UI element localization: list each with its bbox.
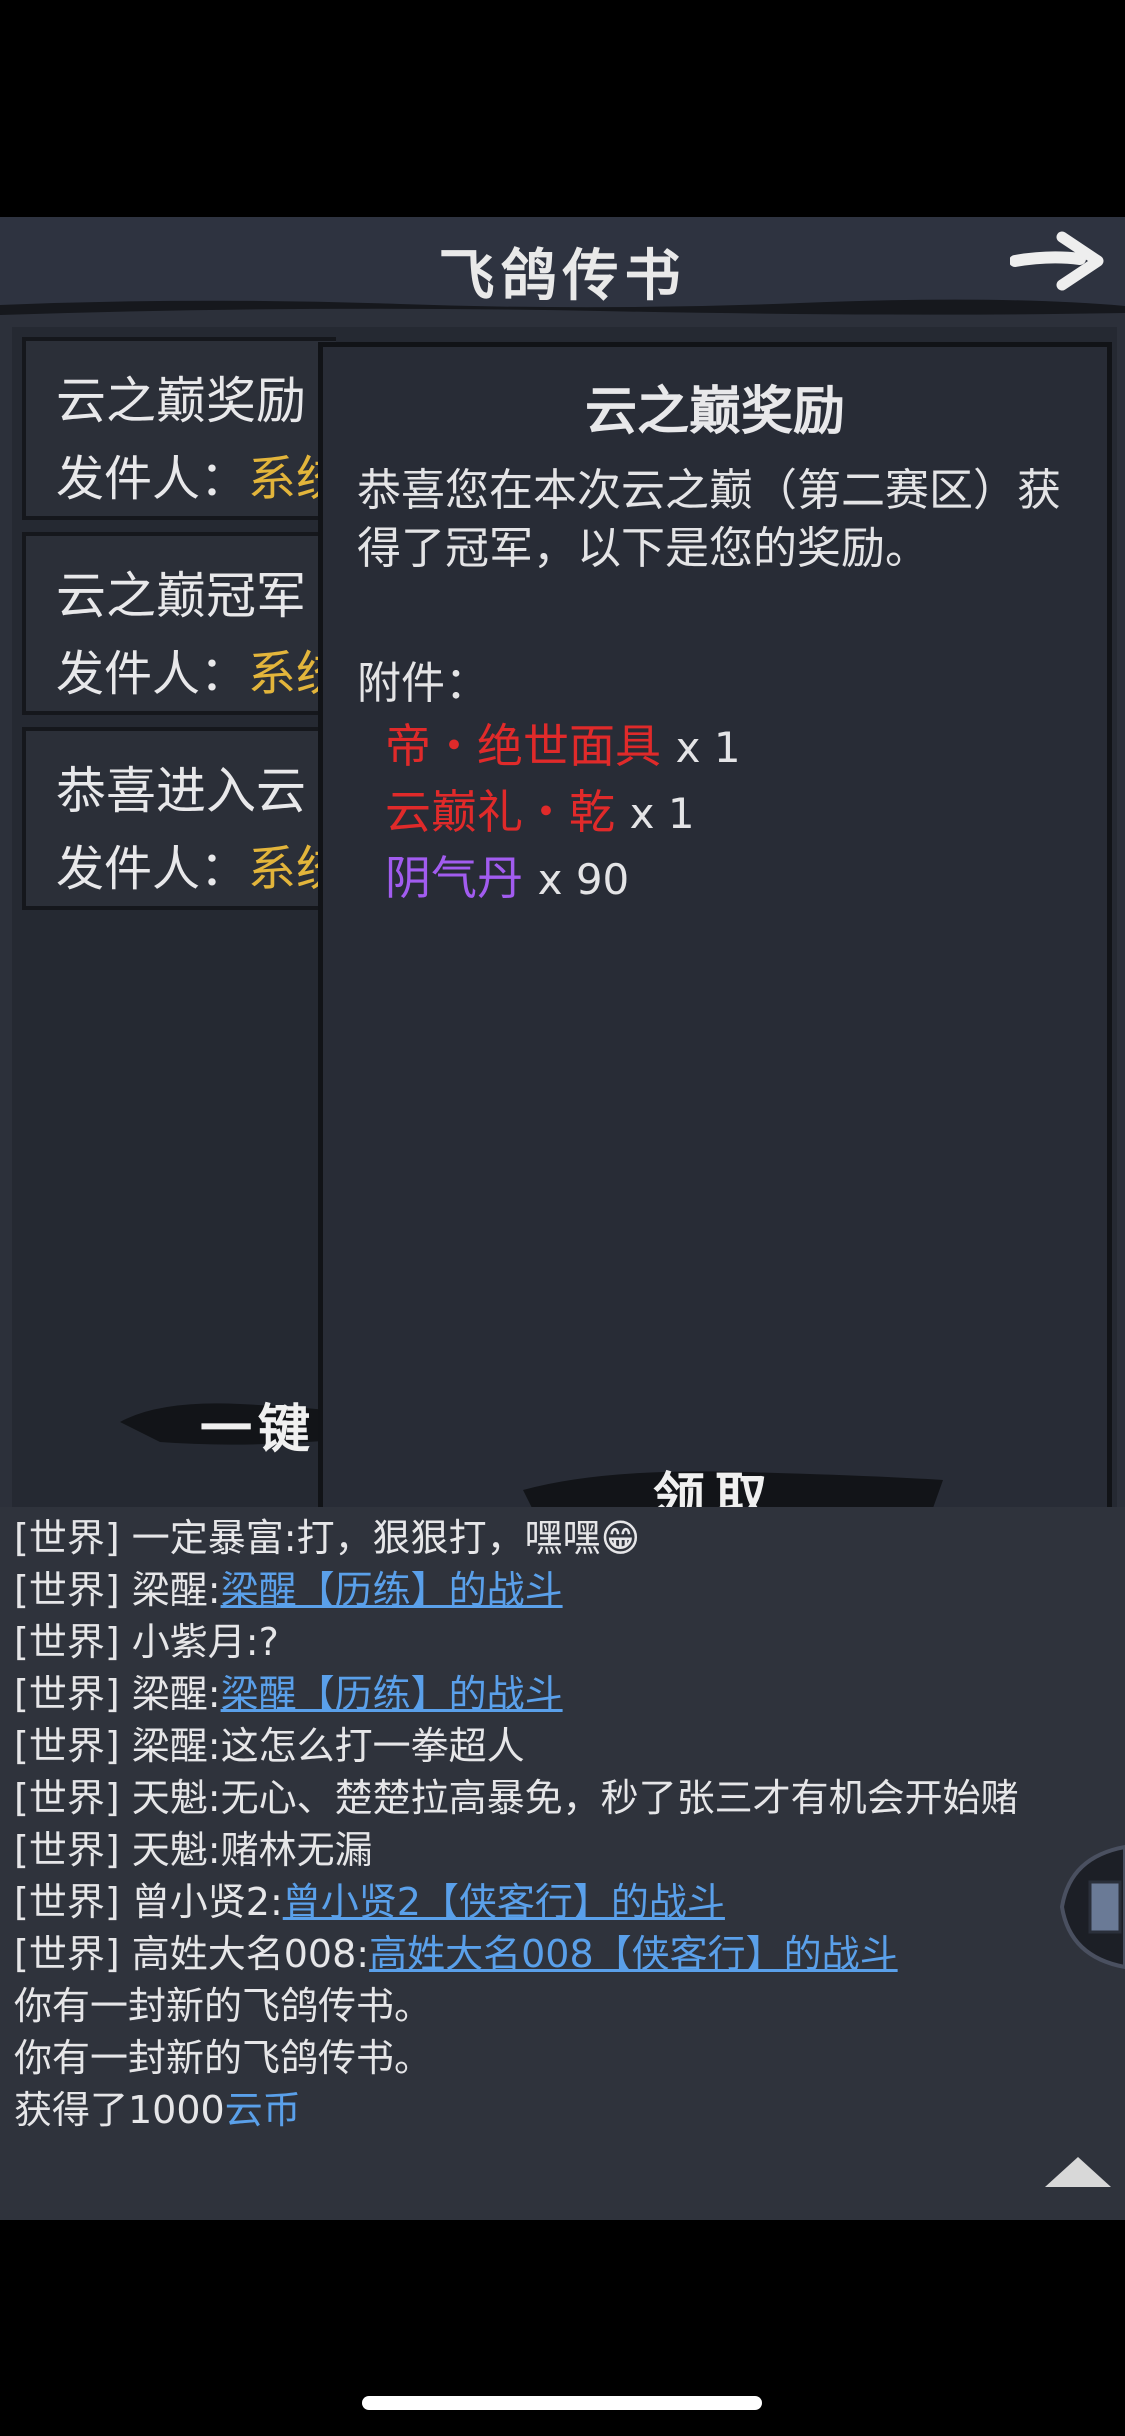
system-message: 你有一封新的飞鸽传书。 — [14, 2036, 433, 2080]
attachment-qty: x 1 — [629, 789, 695, 838]
mail-item[interactable]: 云之巅奖励 发件人：系统 — [22, 337, 336, 520]
mail-sender: 发件人：系统 — [56, 841, 336, 897]
chat-log: [世界] 一定暴富:打，狠狠打，嘿嘿😁 [世界] 梁醒:梁醒【历练】的战斗 [世… — [0, 1507, 1125, 2220]
detail-title: 云之巅奖励 — [584, 382, 845, 442]
attachment-item[interactable]: 阴气丹 x 90 — [385, 842, 629, 908]
attachment-item[interactable]: 云巅礼・乾 x 1 — [385, 776, 695, 842]
chat-message: [世界] 天魁:无心、楚楚拉高暴免，秒了张三才有机会开始赌 — [14, 1776, 1019, 1820]
battle-link[interactable]: 高姓大名008【侠客行】的战斗 — [369, 1932, 898, 1976]
mail-subject: 恭喜进入云 — [56, 762, 306, 820]
chat-message: [世界] 一定暴富:打，狠狠打，嘿嘿😁 — [14, 1516, 641, 1560]
mail-detail-panel: 云之巅奖励 恭喜您在本次云之巅（第二赛区）获得了冠军，以下是您的奖励。 附件： … — [318, 342, 1112, 1528]
arrow-right-icon[interactable] — [1010, 231, 1105, 291]
mail-item[interactable]: 云之巅冠军 发件人：系统 — [22, 532, 336, 715]
chat-expand-icon[interactable] — [1045, 2157, 1111, 2187]
header-bar: 飞鸽传书 — [0, 217, 1125, 315]
mail-sender: 发件人：系统 — [56, 451, 336, 507]
attachment-item[interactable]: 帝・绝世面具 x 1 — [385, 710, 741, 776]
battle-link[interactable]: 梁醒【历练】的战斗 — [221, 1672, 563, 1716]
attachment-qty: x 1 — [675, 723, 741, 772]
attachment-qty: x 90 — [537, 855, 630, 904]
mail-sender: 发件人：系统 — [56, 646, 336, 702]
chat-message: [世界] 梁醒:梁醒【历练】的战斗 — [14, 1568, 563, 1612]
chat-message: [世界] 天魁:赌林无漏 — [14, 1828, 373, 1872]
attachment-name: 云巅礼・乾 — [385, 785, 615, 839]
home-indicator[interactable] — [362, 2396, 762, 2410]
chat-message: [世界] 小紫月:? — [14, 1620, 279, 1664]
attachment-name: 帝・绝世面具 — [385, 719, 661, 773]
mail-screen: 飞鸽传书 云之巅奖励 发件人：系统 云之巅冠军 发件人：系统 恭喜进入云 发件人… — [0, 217, 1125, 2220]
attachment-label: 附件： — [357, 658, 489, 709]
chat-message: [世界] 梁醒:这怎么打一拳超人 — [14, 1724, 525, 1768]
mail-item[interactable]: 恭喜进入云 发件人：系统 — [22, 727, 336, 910]
chat-message: [世界] 高姓大名008:高姓大名008【侠客行】的战斗 — [14, 1932, 898, 1976]
attachment-name: 阴气丹 — [385, 851, 523, 905]
detail-body: 恭喜您在本次云之巅（第二赛区）获得了冠军，以下是您的奖励。 — [357, 465, 1061, 574]
battle-link[interactable]: 曾小贤2【侠客行】的战斗 — [283, 1880, 725, 1924]
side-scroll-icon[interactable] — [1050, 1837, 1125, 1977]
page-title: 飞鸽传书 — [438, 243, 687, 309]
battle-link[interactable]: 梁醒【历练】的战斗 — [221, 1568, 563, 1612]
mail-subject: 云之巅冠军 — [56, 567, 306, 625]
claim-all-button[interactable]: 一键 — [200, 1387, 316, 1462]
system-message: 你有一封新的飞鸽传书。 — [14, 1984, 433, 2028]
mail-subject: 云之巅奖励 — [56, 372, 306, 430]
system-message: 获得了1000云币 — [14, 2088, 301, 2132]
chat-message: [世界] 曾小贤2:曾小贤2【侠客行】的战斗 — [14, 1880, 725, 1924]
chat-message: [世界] 梁醒:梁醒【历练】的战斗 — [14, 1672, 563, 1716]
